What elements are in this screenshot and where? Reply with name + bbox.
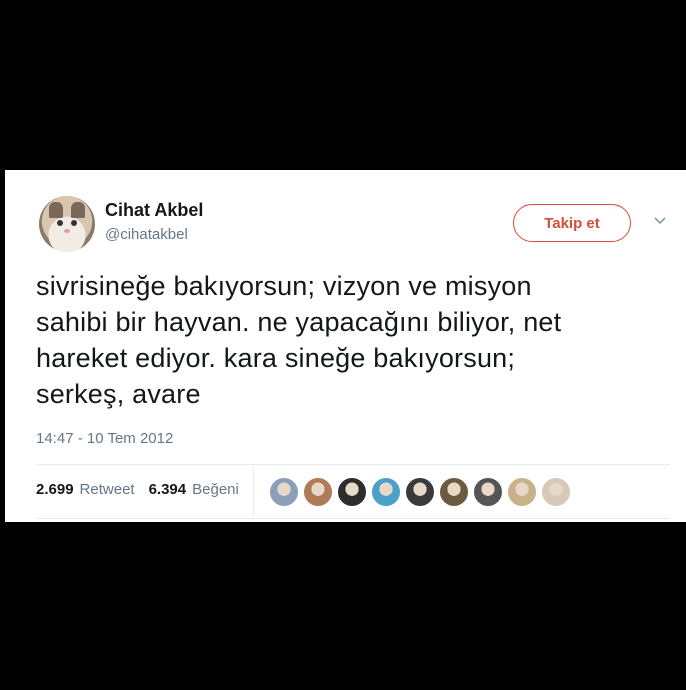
avatar-ear — [71, 202, 85, 218]
avatar-eye — [71, 220, 77, 226]
user-handle[interactable]: @cihatakbel — [105, 226, 188, 243]
liker-avatar[interactable] — [371, 477, 401, 507]
avatar-nose — [64, 229, 70, 233]
tweet-stats: 2.699 Retweet 6.394 Beğeni — [36, 481, 247, 498]
liker-avatar[interactable] — [337, 477, 367, 507]
liker-avatar[interactable] — [473, 477, 503, 507]
liker-avatar[interactable] — [269, 477, 299, 507]
tweet-line: sahibi bir hayvan. ne yapacağını biliyor… — [36, 307, 562, 337]
user-name[interactable]: Cihat Akbel — [105, 200, 203, 221]
chevron-down-icon[interactable] — [653, 214, 667, 228]
tweet-card: Cihat Akbel @cihatakbel Takip et sivrisi… — [5, 170, 686, 522]
retweet-label[interactable]: Retweet — [80, 481, 135, 498]
tweet-timestamp[interactable]: 14:47 - 10 Tem 2012 — [36, 430, 173, 447]
liker-avatar[interactable] — [507, 477, 537, 507]
avatar[interactable] — [39, 196, 95, 252]
liker-avatar[interactable] — [303, 477, 333, 507]
avatar-ear — [49, 202, 63, 218]
like-count[interactable]: 6.394 — [149, 481, 187, 498]
liker-avatar[interactable] — [541, 477, 571, 507]
tweet-line: sivrisineğe bakıyorsun; vizyon ve misyon — [36, 271, 532, 301]
tweet-line: serkeş, avare — [36, 379, 201, 409]
divider — [36, 518, 670, 519]
avatar-eye — [57, 220, 63, 226]
like-label[interactable]: Beğeni — [192, 481, 239, 498]
tweet-line: hareket ediyor. kara sineğe bakıyorsun; — [36, 343, 516, 373]
liker-avatar[interactable] — [439, 477, 469, 507]
divider — [36, 464, 670, 465]
follow-button[interactable]: Takip et — [513, 204, 631, 242]
tweet-text: sivrisineğe bakıyorsun; vizyon ve misyon… — [36, 268, 656, 412]
retweet-count[interactable]: 2.699 — [36, 481, 74, 498]
likers-avatars — [269, 477, 571, 507]
divider — [253, 466, 254, 516]
liker-avatar[interactable] — [405, 477, 435, 507]
